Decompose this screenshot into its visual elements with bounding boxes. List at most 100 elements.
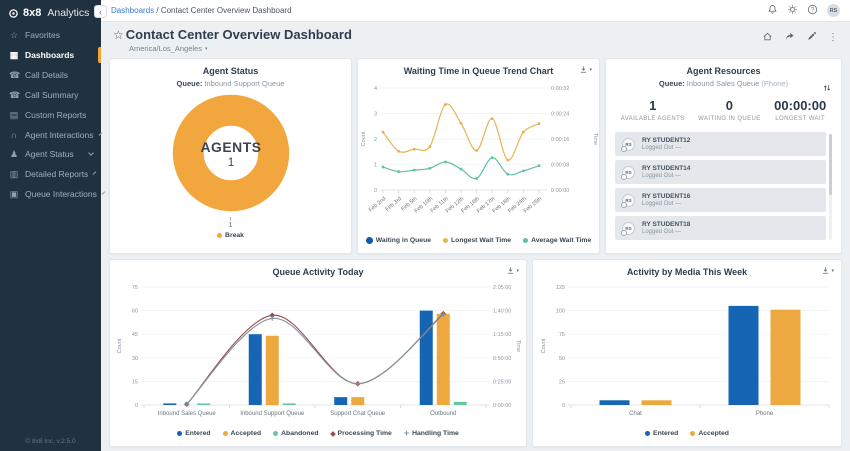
download-icon[interactable]: ▾: [821, 266, 834, 275]
list-scrollbar[interactable]: [829, 134, 833, 240]
share-icon[interactable]: [784, 31, 795, 45]
legend-marker-icon: [217, 233, 222, 238]
donut-center-value: 1: [227, 156, 234, 169]
panel-agent-status: Agent Status Queue:Inbound Support Queue…: [109, 58, 352, 254]
agent-name: RY STUDENT14: [642, 165, 690, 173]
agent-row[interactable]: RS RY STUDENT12Logged Out —: [615, 132, 826, 156]
agent-row[interactable]: RSRY STUDENT18Logged Out —: [615, 216, 826, 240]
legend-label: Accepted: [231, 430, 262, 437]
svg-text:Phone: Phone: [756, 411, 774, 417]
page-header: ☆Contact Center Overview Dashboard Ameri…: [101, 22, 850, 55]
svg-text:25: 25: [559, 379, 565, 385]
agent-status-donut-chart[interactable]: AGENTS 1: [155, 90, 307, 216]
document-icon: ▤: [9, 110, 19, 121]
queue-activity-chart[interactable]: 00:00:00150:25:00300:50:00451:15:00601:4…: [114, 279, 522, 429]
timezone-label[interactable]: America/Los_Angeles: [129, 44, 202, 53]
svg-text:15: 15: [132, 379, 138, 385]
sidebar-item-detailed-reports[interactable]: ▥Detailed Reports: [0, 164, 101, 184]
stat-label: WAITING IN QUEUE: [698, 116, 761, 122]
svg-text:1:15:00: 1:15:00: [493, 332, 511, 338]
sidebar-item-call-summary[interactable]: ☎ Call Summary: [0, 85, 101, 105]
sidebar: 8x8 Analytics ☆Favorites▦Dashboards☎Call…: [0, 0, 101, 451]
legend-marker-icon: [177, 431, 182, 436]
agent-status: Logged Out —: [642, 229, 690, 236]
home-icon[interactable]: [762, 31, 773, 45]
sidebar-collapse-button[interactable]: ‹: [94, 5, 107, 18]
svg-text:0:25:00: 0:25:00: [493, 379, 511, 385]
agent-name: RY STUDENT16: [642, 193, 690, 201]
brand-suffix: Analytics: [47, 7, 89, 19]
sidebar-item-agent-interactions[interactable]: ∩Agent Interactions: [0, 125, 101, 144]
caret-down-icon: ▾: [589, 67, 592, 73]
sidebar-item-queue-interactions[interactable]: ▣Queue Interactions: [0, 184, 101, 204]
agent-row[interactable]: RSRY STUDENT14Logged Out —: [615, 160, 826, 184]
sidebar-item-favorites[interactable]: ☆Favorites: [0, 25, 101, 45]
legend-item[interactable]: Accepted: [223, 430, 262, 437]
legend-label: Accepted: [698, 430, 729, 437]
sidebar-item-custom-reports[interactable]: ▤ Custom Reports: [0, 105, 101, 125]
sidebar-item-dashboards[interactable]: ▦Dashboards: [0, 45, 101, 65]
sidebar-item-label: Call Summary: [25, 90, 78, 100]
legend-item[interactable]: Abandoned: [273, 430, 318, 437]
sidebar-item-label: Call Details: [25, 70, 68, 80]
download-icon[interactable]: ▾: [579, 65, 592, 74]
agent-info: RY STUDENT16Logged Out —: [642, 193, 690, 208]
agent-row[interactable]: RS RY STUDENT16Logged Out —: [615, 188, 826, 212]
sort-icon[interactable]: [822, 83, 832, 96]
legend-item[interactable]: Processing Time: [331, 430, 392, 437]
agent-info: RY STUDENT12Logged Out —: [642, 137, 690, 152]
agent-status: Logged Out —: [642, 201, 690, 208]
sidebar-item-label: Custom Reports: [25, 110, 86, 120]
legend-item[interactable]: +Handling Time: [404, 430, 459, 437]
svg-text:0: 0: [373, 188, 376, 194]
legend-item[interactable]: Break: [217, 232, 244, 239]
user-avatar[interactable]: RS: [827, 4, 840, 17]
stat: 00:00:00LONGEST WAIT: [774, 98, 826, 122]
page-title: Contact Center Overview Dashboard: [126, 27, 352, 42]
svg-text:60: 60: [132, 309, 138, 315]
sidebar-item-call-details[interactable]: ☎ Call Details: [0, 65, 101, 85]
notifications-bell-icon[interactable]: [767, 4, 778, 18]
download-icon[interactable]: ▾: [506, 266, 519, 275]
star-icon: ☆: [9, 30, 19, 41]
svg-text:3: 3: [373, 112, 376, 118]
svg-text:45: 45: [132, 332, 138, 338]
edit-pencil-icon[interactable]: [806, 31, 817, 45]
phone-icon: ☎: [9, 90, 19, 101]
legend-marker-icon: [366, 237, 373, 244]
svg-text:0:00:00: 0:00:00: [493, 403, 511, 409]
agent-list: RSRY STUDENT12Logged Out —RSRY STUDENT14…: [615, 132, 832, 240]
svg-text:75: 75: [132, 285, 138, 291]
legend-item[interactable]: Average Wait Time: [523, 237, 591, 244]
svg-text:Inbound Sales Queue: Inbound Sales Queue: [158, 411, 217, 417]
legend-marker-icon: [690, 431, 695, 436]
stat-value: 0: [698, 98, 761, 113]
legend-label: Handling Time: [412, 430, 459, 437]
svg-text:2:05:00: 2:05:00: [493, 285, 511, 291]
legend-item[interactable]: Accepted: [690, 430, 729, 437]
phone-icon: ☎: [9, 70, 19, 81]
help-icon[interactable]: ?: [807, 4, 818, 18]
favorite-star-icon[interactable]: ☆: [113, 28, 124, 42]
legend-item[interactable]: Entered: [177, 430, 210, 437]
svg-text:Outbound: Outbound: [430, 411, 456, 417]
svg-text:Inbound Support Queue: Inbound Support Queue: [240, 411, 305, 417]
breadcrumb-link[interactable]: Dashboards: [111, 6, 154, 15]
agent-avatar: RS: [622, 138, 635, 151]
legend-marker-icon: [273, 431, 278, 436]
queue-activity-legend: Entered Accepted Abandoned Processing Time +…: [110, 430, 526, 437]
svg-text:1: 1: [373, 163, 376, 169]
more-options-icon[interactable]: ⋮: [828, 33, 838, 43]
svg-text:0: 0: [135, 403, 138, 409]
legend-item[interactable]: Entered: [645, 430, 678, 437]
legend-label: Entered: [185, 430, 210, 437]
settings-gear-icon[interactable]: [787, 4, 798, 18]
activity-by-media-chart[interactable]: 0255075100125CountChatPhone: [537, 279, 837, 429]
8x8-logo-icon: [8, 8, 19, 19]
sidebar-item-agent-status[interactable]: ♟Agent Status: [0, 144, 101, 164]
svg-text:50: 50: [559, 356, 565, 362]
agent-avatar: RS: [622, 194, 635, 207]
waiting-time-trend-chart[interactable]: 00:00:0010:00:0820:00:1630:00:2440:00:32…: [359, 78, 599, 236]
legend-item[interactable]: Longest Wait Time: [443, 237, 511, 244]
legend-item[interactable]: Waiting in Queue: [366, 237, 431, 244]
